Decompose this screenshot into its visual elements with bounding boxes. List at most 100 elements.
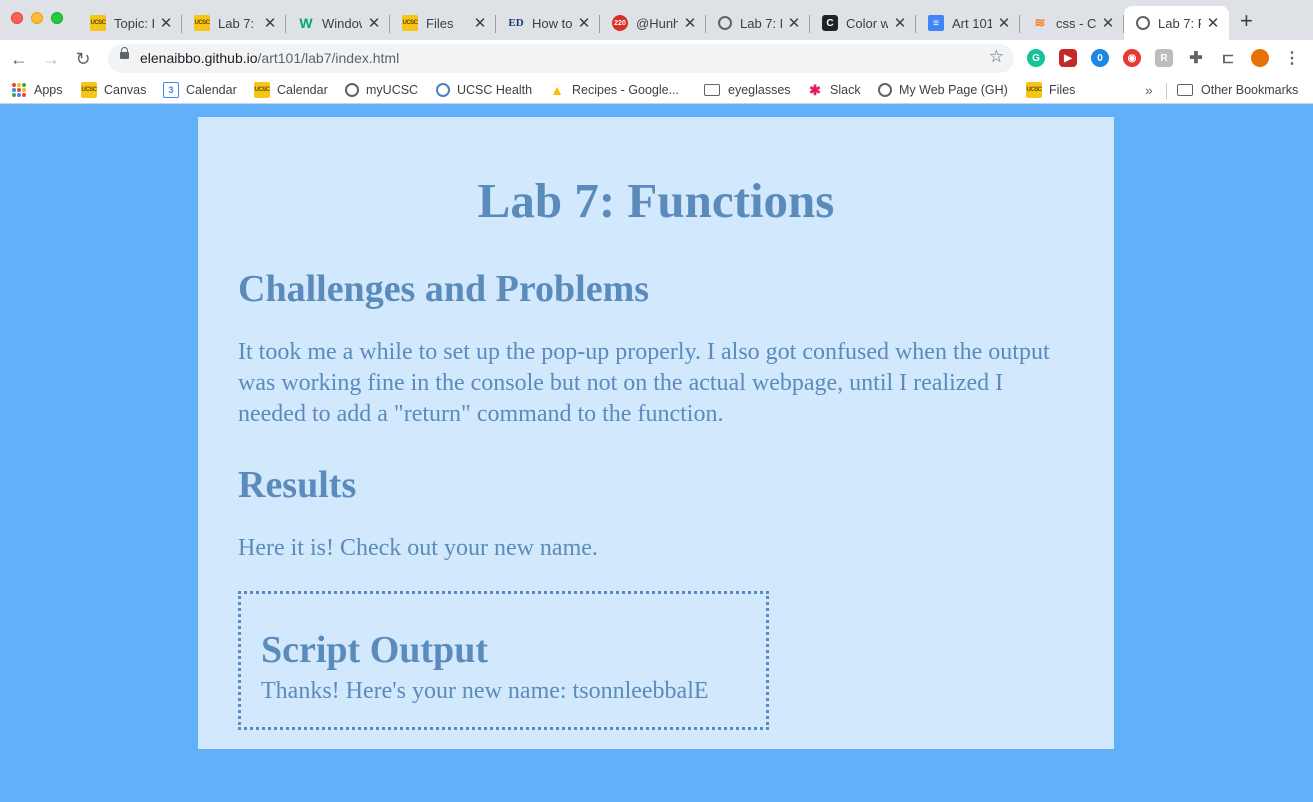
bookmark-label: myUCSC xyxy=(366,83,419,97)
tab[interactable]: ≡ Art 101 ✕ xyxy=(916,6,1020,40)
bookmark-calendar-google[interactable]: 3 Calendar xyxy=(163,81,237,99)
close-icon[interactable]: ✕ xyxy=(996,14,1012,32)
bookmark-slack[interactable]: ✱ Slack xyxy=(807,81,861,99)
close-icon[interactable]: ✕ xyxy=(786,14,802,32)
results-text: Here it is! Check out your new name. xyxy=(238,535,598,561)
close-icon[interactable]: ✕ xyxy=(1205,14,1221,32)
ucsc-icon: UCSC xyxy=(1026,82,1042,98)
globe-blue-icon xyxy=(436,83,450,97)
bookmark-other-bookmarks[interactable]: Other Bookmarks xyxy=(1177,81,1298,99)
bookmark-label: Slack xyxy=(830,83,861,97)
script-output-box: Script Output Thanks! Here's your new na… xyxy=(238,591,769,730)
puzzle-icon[interactable]: ✚ xyxy=(1187,49,1205,67)
close-icon[interactable]: ✕ xyxy=(892,14,908,32)
tab-title: Files xyxy=(426,15,454,31)
bookmarks-divider xyxy=(1166,83,1167,99)
tab[interactable]: ED How to ✕ xyxy=(496,6,600,40)
script-output-text: Thanks! Here's your new name: tsonnleebb… xyxy=(261,678,709,704)
challenges-heading: Challenges and Problems xyxy=(238,268,650,310)
tab[interactable]: ≋ css - C ✕ xyxy=(1020,6,1124,40)
close-icon[interactable]: ✕ xyxy=(682,14,698,32)
tab[interactable]: UCSC Topic: P ✕ xyxy=(78,6,182,40)
tab-title: Topic: P xyxy=(114,15,154,31)
close-window-button[interactable] xyxy=(11,12,23,24)
tab[interactable]: C Color w ✕ xyxy=(810,6,916,40)
tab-strip: UCSC Topic: P ✕ UCSC Lab 7: F ✕ W Window… xyxy=(0,0,1313,40)
back-arrow-icon[interactable]: ← xyxy=(6,46,32,72)
new-tab-button[interactable]: + xyxy=(1240,10,1253,32)
bookmark-label: Recipes - Google... xyxy=(572,83,679,97)
globe-icon xyxy=(878,83,892,97)
bookmark-files[interactable]: UCSC Files xyxy=(1026,81,1075,99)
close-icon[interactable]: ✕ xyxy=(262,14,278,32)
close-icon[interactable]: ✕ xyxy=(576,14,592,32)
url-text[interactable]: elenaibbo.github.io/art101/lab7/index.ht… xyxy=(140,50,399,66)
lock-icon xyxy=(120,47,129,59)
bookmark-recipes[interactable]: ▲ Recipes - Google... xyxy=(549,81,679,99)
calendar-badge-icon: 220 xyxy=(612,15,628,31)
close-icon[interactable]: ✕ xyxy=(158,14,174,32)
ucsc-icon: UCSC xyxy=(81,82,97,98)
google-drive-icon: ▲ xyxy=(550,82,564,98)
globe-icon xyxy=(345,83,359,97)
bookmark-eyeglasses[interactable]: eyeglasses xyxy=(704,81,791,99)
page-viewport: Lab 7: Functions Challenges and Problems… xyxy=(0,105,1313,802)
tab[interactable]: Lab 7: F ✕ xyxy=(706,6,810,40)
ed-icon: ED xyxy=(508,17,524,29)
browser-toolbar: ← → ↻ elenaibbo.github.io/art101/lab7/in… xyxy=(0,40,1313,77)
close-icon[interactable]: ✕ xyxy=(472,14,488,32)
folder-icon xyxy=(1177,84,1193,96)
url-path: /art101/lab7/index.html xyxy=(257,50,400,66)
bookmark-calendar-ucsc[interactable]: UCSC Calendar xyxy=(254,81,328,99)
stackoverflow-icon: ≋ xyxy=(1034,15,1046,30)
ucsc-icon: UCSC xyxy=(194,15,210,31)
tab-title: Lab 7: F xyxy=(1158,15,1201,31)
tab-active[interactable]: Lab 7: F ✕ xyxy=(1124,6,1229,40)
reload-icon[interactable]: ↻ xyxy=(70,46,96,72)
minimize-window-button[interactable] xyxy=(31,12,43,24)
bookmark-label: Files xyxy=(1049,83,1076,97)
bookmark-label: Calendar xyxy=(186,83,237,97)
ucsc-icon: UCSC xyxy=(90,15,106,31)
apps-grid-icon xyxy=(12,83,26,97)
tab[interactable]: UCSC Lab 7: F ✕ xyxy=(182,6,286,40)
menu-kebab-icon[interactable]: ⋮ xyxy=(1283,49,1301,67)
w3schools-icon: W xyxy=(299,15,313,31)
results-heading: Results xyxy=(238,464,357,506)
bookmarks-bar: Apps UCSC Canvas 3 Calendar UCSC Calenda… xyxy=(0,77,1313,104)
bookmark-label: Apps xyxy=(34,83,63,97)
bookmark-my-web-page[interactable]: My Web Page (GH) xyxy=(878,81,1008,99)
google-docs-icon: ≡ xyxy=(928,15,944,31)
cast-icon[interactable]: ⊏ xyxy=(1219,49,1237,67)
challenges-text: It took me a while to set up the pop-up … xyxy=(238,339,1050,427)
script-output-heading: Script Output xyxy=(261,629,488,671)
ext-red-icon[interactable]: ▶ xyxy=(1059,49,1077,67)
maximize-window-button[interactable] xyxy=(51,12,63,24)
ext-gray-icon[interactable]: R xyxy=(1155,49,1173,67)
close-icon[interactable]: ✕ xyxy=(366,14,382,32)
address-bar[interactable]: elenaibbo.github.io/art101/lab7/index.ht… xyxy=(108,44,1014,73)
bookmark-apps[interactable]: Apps xyxy=(12,81,63,99)
tab-title: Lab 7: F xyxy=(740,15,782,31)
tab[interactable]: UCSC Files ✕ xyxy=(390,6,496,40)
grammarly-icon[interactable]: G xyxy=(1027,49,1045,67)
tab-title: How to xyxy=(532,15,572,31)
tab-title: Window xyxy=(322,15,362,31)
tab[interactable]: 220 @Hunh ✕ xyxy=(600,6,706,40)
bookmark-star-icon[interactable]: ☆ xyxy=(989,47,1004,67)
bookmark-myucsc[interactable]: myUCSC xyxy=(345,81,418,99)
bookmark-canvas[interactable]: UCSC Canvas xyxy=(81,81,146,99)
tab[interactable]: W Window ✕ xyxy=(286,6,390,40)
close-icon[interactable]: ✕ xyxy=(1100,14,1116,32)
shield-ext-icon[interactable]: ◉ xyxy=(1123,49,1141,67)
bookmark-label: Other Bookmarks xyxy=(1201,83,1299,97)
forward-arrow-icon[interactable]: → xyxy=(38,46,64,72)
bookmark-label: My Web Page (GH) xyxy=(899,83,1008,97)
ghost-icon[interactable]: 0 xyxy=(1091,49,1109,67)
bookmarks-overflow-button[interactable]: » xyxy=(1145,82,1153,98)
tab-title: Color w xyxy=(846,15,888,31)
avatar[interactable] xyxy=(1251,49,1269,67)
codepen-icon: C xyxy=(822,15,838,31)
bookmark-ucsc-health[interactable]: UCSC Health xyxy=(436,81,532,99)
tab-title: Lab 7: F xyxy=(218,15,258,31)
